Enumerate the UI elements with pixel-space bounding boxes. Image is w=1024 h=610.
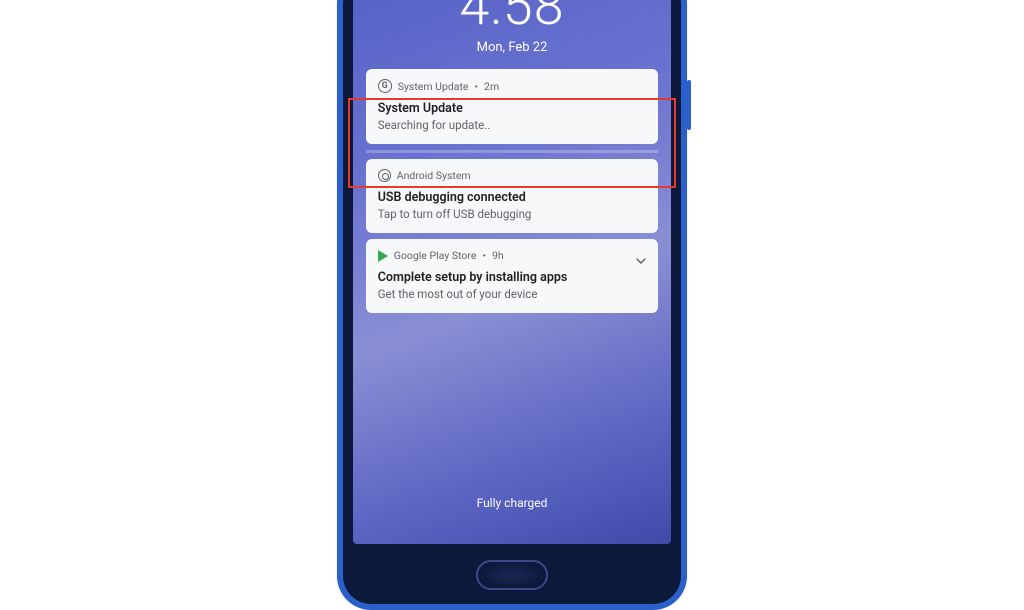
notification-system-update[interactable]: G System Update • 2m System Update Searc… xyxy=(366,69,659,144)
notification-header: G System Update • 2m xyxy=(378,79,647,93)
notification-header: Android System xyxy=(378,169,647,182)
notification-title: System Update xyxy=(378,101,647,116)
charging-status: Fully charged xyxy=(477,496,548,510)
play-store-icon xyxy=(378,250,388,262)
notification-title: USB debugging connected xyxy=(378,190,647,205)
notification-title: Complete setup by installing apps xyxy=(378,270,647,285)
dot-separator: • xyxy=(475,80,479,93)
notification-age: 2m xyxy=(484,80,499,93)
notification-divider xyxy=(366,150,659,153)
notification-android-system[interactable]: Android System USB debugging connected T… xyxy=(366,159,659,233)
notification-app-name: System Update xyxy=(398,80,469,93)
notification-header: Google Play Store • 9h xyxy=(378,249,647,262)
home-button[interactable] xyxy=(476,560,548,590)
dot-separator: • xyxy=(482,249,486,262)
notification-body: Searching for update.. xyxy=(378,118,647,132)
notification-app-name: Google Play Store xyxy=(394,249,477,262)
phone-bezel: 4:58 Mon, Feb 22 G System Update • 2m Sy… xyxy=(343,0,681,604)
chevron-down-icon[interactable] xyxy=(636,251,646,270)
clock-date: Mon, Feb 22 xyxy=(477,40,548,55)
notification-age: 9h xyxy=(492,249,504,262)
google-g-icon: G xyxy=(378,79,392,93)
notification-shade: G System Update • 2m System Update Searc… xyxy=(366,69,659,313)
notification-play-store[interactable]: Google Play Store • 9h Complete setup by… xyxy=(366,239,659,313)
clock-time: 4:58 xyxy=(459,0,564,34)
lock-screen: 4:58 Mon, Feb 22 G System Update • 2m Sy… xyxy=(353,0,671,544)
notification-app-name: Android System xyxy=(397,169,471,182)
notification-body: Tap to turn off USB debugging xyxy=(378,207,647,221)
notification-body: Get the most out of your device xyxy=(378,287,647,301)
android-gear-icon xyxy=(378,169,391,182)
phone-side-button xyxy=(687,80,691,130)
phone-frame: 4:58 Mon, Feb 22 G System Update • 2m Sy… xyxy=(337,0,687,610)
